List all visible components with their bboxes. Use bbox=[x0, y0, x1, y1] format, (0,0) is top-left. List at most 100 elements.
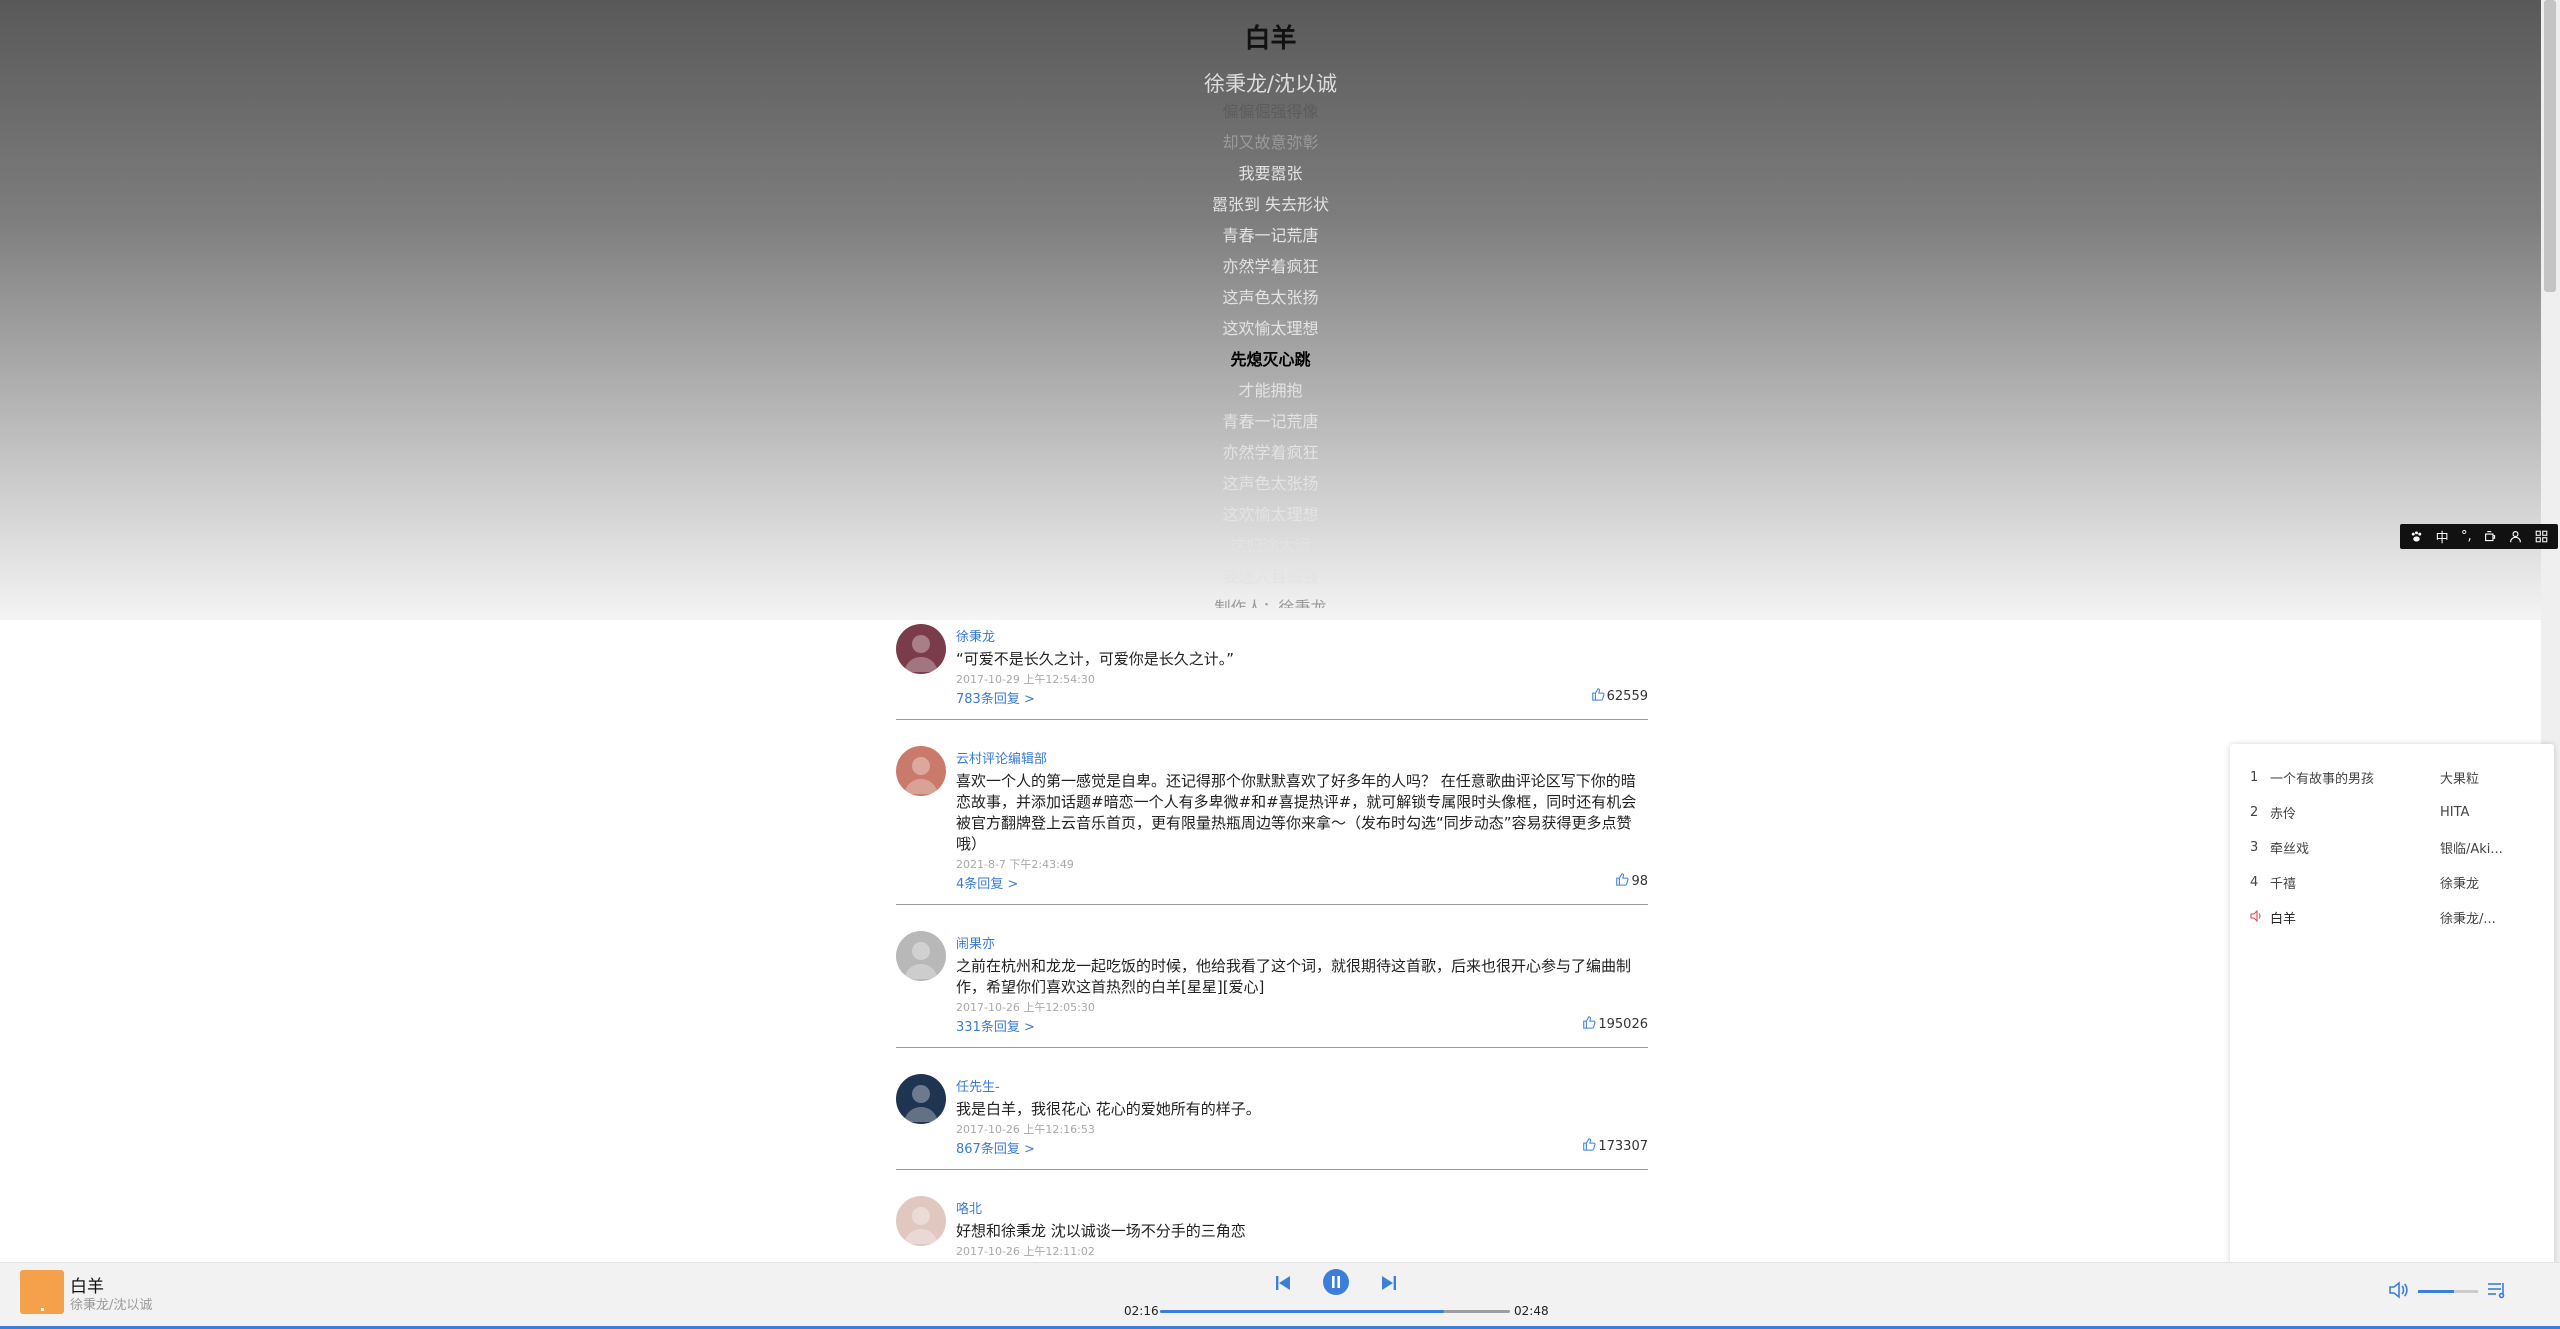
comment-like-button[interactable]: 195026 bbox=[1582, 1015, 1648, 1033]
playlist-item-name: 一个有故事的男孩 bbox=[2270, 772, 2375, 787]
next-button[interactable] bbox=[1374, 1268, 1404, 1298]
comment-username[interactable]: 云村评论编辑部 bbox=[956, 751, 1648, 769]
thumbs-up-icon bbox=[1591, 687, 1605, 705]
playlist-item[interactable]: 2 赤伶 HITA bbox=[2230, 795, 2554, 830]
playlist-item-number: 1 bbox=[2250, 770, 2259, 785]
lyric-line[interactable]: 这归途太远 bbox=[0, 530, 2541, 561]
playlist-item[interactable]: 1 一个有故事的男孩 大果粒 bbox=[2230, 760, 2554, 795]
ime-toolbar[interactable]: 中 °, bbox=[2400, 524, 2558, 549]
grid-icon[interactable] bbox=[2535, 530, 2548, 543]
playlist-item-artist: 银临/Aki... bbox=[2440, 842, 2503, 857]
comment-avatar[interactable] bbox=[896, 624, 946, 674]
lyric-line[interactable]: 要迷人且倔强 bbox=[0, 561, 2541, 592]
song-artist: 徐秉龙/沈以诚 bbox=[1203, 72, 1338, 96]
comment-like-count: 173307 bbox=[1598, 1138, 1648, 1154]
lyric-line[interactable]: 这欢愉太理想 bbox=[0, 313, 2541, 344]
comment-text: 喜欢一个人的第一感觉是自卑。还记得那个你默默喜欢了好多年的人吗？ 在任意歌曲评论… bbox=[956, 772, 1637, 853]
comments-list[interactable]: 徐秉龙 “可爱不是长久之计，可爱你是长久之计。” 2017-10-29 上午12:5… bbox=[896, 616, 1648, 1260]
playlist-item[interactable]: 3 牵丝戏 银临/Aki... bbox=[2230, 830, 2554, 865]
comment-like-button[interactable]: 173307 bbox=[1582, 1137, 1648, 1155]
comment-replies-link[interactable]: 4条回复 > bbox=[956, 876, 1648, 894]
lyric-line[interactable]: 先熄灭心跳 bbox=[0, 344, 2541, 375]
comment-replies-link[interactable]: 331条回复 > bbox=[956, 1019, 1648, 1037]
playlist-item-name: 白羊 bbox=[2270, 912, 2297, 927]
comment-avatar[interactable] bbox=[896, 746, 946, 796]
playlist-button[interactable] bbox=[2486, 1279, 2510, 1303]
lyric-line[interactable]: 这声色太张扬 bbox=[0, 282, 2541, 313]
volume-fill bbox=[2418, 1290, 2454, 1293]
playlist-item-name: 牵丝戏 bbox=[2270, 842, 2310, 857]
comment-text: 好想和徐秉龙 沈以诚谈一场不分手的三角恋 bbox=[956, 1222, 1246, 1240]
lyric-line[interactable]: 青春一记荒唐 bbox=[0, 406, 2541, 437]
lyric-line[interactable]: 亦然学着疯狂 bbox=[0, 437, 2541, 468]
user-icon[interactable] bbox=[2509, 530, 2522, 543]
playlist-item-number: 3 bbox=[2250, 840, 2259, 855]
album-cover-mark bbox=[41, 1308, 44, 1311]
playlist-item-artist: HITA bbox=[2440, 805, 2470, 820]
comment-like-button[interactable]: 62559 bbox=[1591, 687, 1648, 705]
thumbs-up-icon bbox=[1582, 1137, 1596, 1155]
comment-avatar[interactable] bbox=[896, 1074, 946, 1124]
comment-avatar[interactable] bbox=[896, 1196, 946, 1246]
playlist-panel[interactable]: 1 一个有故事的男孩 大果粒 2 赤伶 HITA 3 牵丝戏 银临/Aki... 4 千禧 徐秉龙白羊… bbox=[2230, 744, 2554, 1266]
comment-item: 云村评论编辑部喜欢一个人的第一感觉是自卑。还记得那个你默默喜欢了好多年的人吗？ … bbox=[896, 738, 1648, 905]
avatar-icon bbox=[904, 1085, 938, 1122]
comment-text: 我是白羊，我很花心 花心的爱她所有的样子。 bbox=[956, 1100, 1261, 1118]
lyric-line[interactable]: 青春一记荒唐 bbox=[0, 220, 2541, 251]
volume-button[interactable] bbox=[2388, 1280, 2412, 1302]
lyric-line[interactable]: 这声色太张扬 bbox=[0, 468, 2541, 499]
playlist-item-number: 4 bbox=[2250, 875, 2259, 890]
comment-item: 咯北 好想和徐秉龙 沈以诚谈一场不分手的三角恋 2017-10-26 上午12:11… bbox=[896, 1188, 1648, 1260]
comment-username[interactable]: 徐秉龙 bbox=[956, 629, 1648, 647]
lyric-line[interactable]: 亦然学着疯狂 bbox=[0, 251, 2541, 282]
lyric-line[interactable]: 制作人：徐秉龙 bbox=[0, 592, 2541, 608]
lyrics-panel[interactable]: 偏偏倔强得像 却又故意弥彰 我要嚣张 嚣张到 失去形状 青春一记荒唐 亦然学着疯狂 这声色太… bbox=[0, 100, 2541, 608]
comment-like-button[interactable]: 98 bbox=[1615, 872, 1648, 890]
lyric-line[interactable]: 才能拥抱 bbox=[0, 375, 2541, 406]
comment-username[interactable]: 咯北 bbox=[956, 1201, 1648, 1219]
comment-username[interactable]: 任先生- bbox=[956, 1079, 1648, 1097]
ime-mode-toggle[interactable]: 中 bbox=[2436, 527, 2449, 546]
playlist-item[interactable]: 4 千禧 徐秉龙 bbox=[2230, 865, 2554, 900]
lyric-line[interactable]: 这欢愉太理想 bbox=[0, 499, 2541, 530]
comment-replies-link[interactable]: 867条回复 > bbox=[956, 1141, 1648, 1159]
lyrics-list: 偏偏倔强得像 却又故意弥彰 我要嚣张 嚣张到 失去形状 青春一记荒唐 亦然学着疯狂 这声色太… bbox=[0, 100, 2541, 608]
comment-time: 2017-10-26 上午12:05:30 bbox=[956, 1001, 1095, 1014]
avatar-icon bbox=[904, 1207, 938, 1244]
comment-username[interactable]: 闹果亦 bbox=[956, 936, 1648, 954]
lyric-line[interactable]: 嚣张到 失去形状 bbox=[0, 189, 2541, 220]
comment-time: 2017-10-26 上午12:16:53 bbox=[956, 1123, 1095, 1136]
progress-bar[interactable] bbox=[1160, 1310, 1510, 1313]
comment-text: “可爱不是长久之计，可爱你是长久之计。” bbox=[956, 650, 1235, 668]
current-time: 02:16 bbox=[1124, 1304, 1159, 1318]
comment-item: 徐秉龙 “可爱不是长久之计，可爱你是长久之计。” 2017-10-29 上午12:5… bbox=[896, 616, 1648, 720]
playlist-item[interactable]: 白羊 徐秉龙/... bbox=[2230, 900, 2554, 935]
playlist-item-number: 2 bbox=[2250, 805, 2259, 820]
playlist-item-name: 千禧 bbox=[2270, 877, 2297, 892]
comment-avatar[interactable] bbox=[896, 931, 946, 981]
ime-punctuation-toggle[interactable]: °, bbox=[2461, 529, 2472, 544]
playlist-item-artist: 徐秉龙/... bbox=[2440, 912, 2496, 927]
comment-replies-link[interactable]: 783条回复 > bbox=[956, 691, 1648, 709]
avatar-icon bbox=[904, 757, 938, 794]
playlist-items: 1 一个有故事的男孩 大果粒 2 赤伶 HITA 3 牵丝戏 银临/Aki... 4 千禧 徐秉龙白羊… bbox=[2230, 760, 2554, 935]
comment-text: 之前在杭州和龙龙一起吃饭的时候，他给我看了这个词，就很期待这首歌，后来也很开心参… bbox=[956, 957, 1632, 996]
playlist-item-artist: 大果粒 bbox=[2440, 772, 2480, 787]
previous-button[interactable] bbox=[1268, 1268, 1298, 1298]
lyric-line[interactable]: 我要嚣张 bbox=[0, 158, 2541, 189]
cup-icon[interactable] bbox=[2484, 530, 2497, 543]
lyric-line[interactable]: 却又故意弥彰 bbox=[0, 127, 2541, 158]
total-time: 02:48 bbox=[1514, 1304, 1549, 1318]
now-playing-artist[interactable]: 徐秉龙/沈以诚 bbox=[70, 1294, 152, 1313]
page-scrollbar-thumb[interactable] bbox=[2544, 0, 2556, 292]
avatar-icon bbox=[904, 942, 938, 979]
paw-icon[interactable] bbox=[2410, 530, 2423, 543]
playlist-item-artist: 徐秉龙 bbox=[2440, 877, 2480, 892]
comment-like-count: 62559 bbox=[1606, 688, 1648, 704]
pause-button[interactable] bbox=[1320, 1266, 1352, 1298]
progress-fill bbox=[1160, 1310, 1444, 1313]
volume-icon bbox=[2389, 1281, 2408, 1299]
volume-slider[interactable] bbox=[2418, 1290, 2478, 1293]
comment-time: 2017-10-29 上午12:54:30 bbox=[956, 673, 1095, 686]
lyric-line[interactable]: 偏偏倔强得像 bbox=[0, 100, 2541, 127]
